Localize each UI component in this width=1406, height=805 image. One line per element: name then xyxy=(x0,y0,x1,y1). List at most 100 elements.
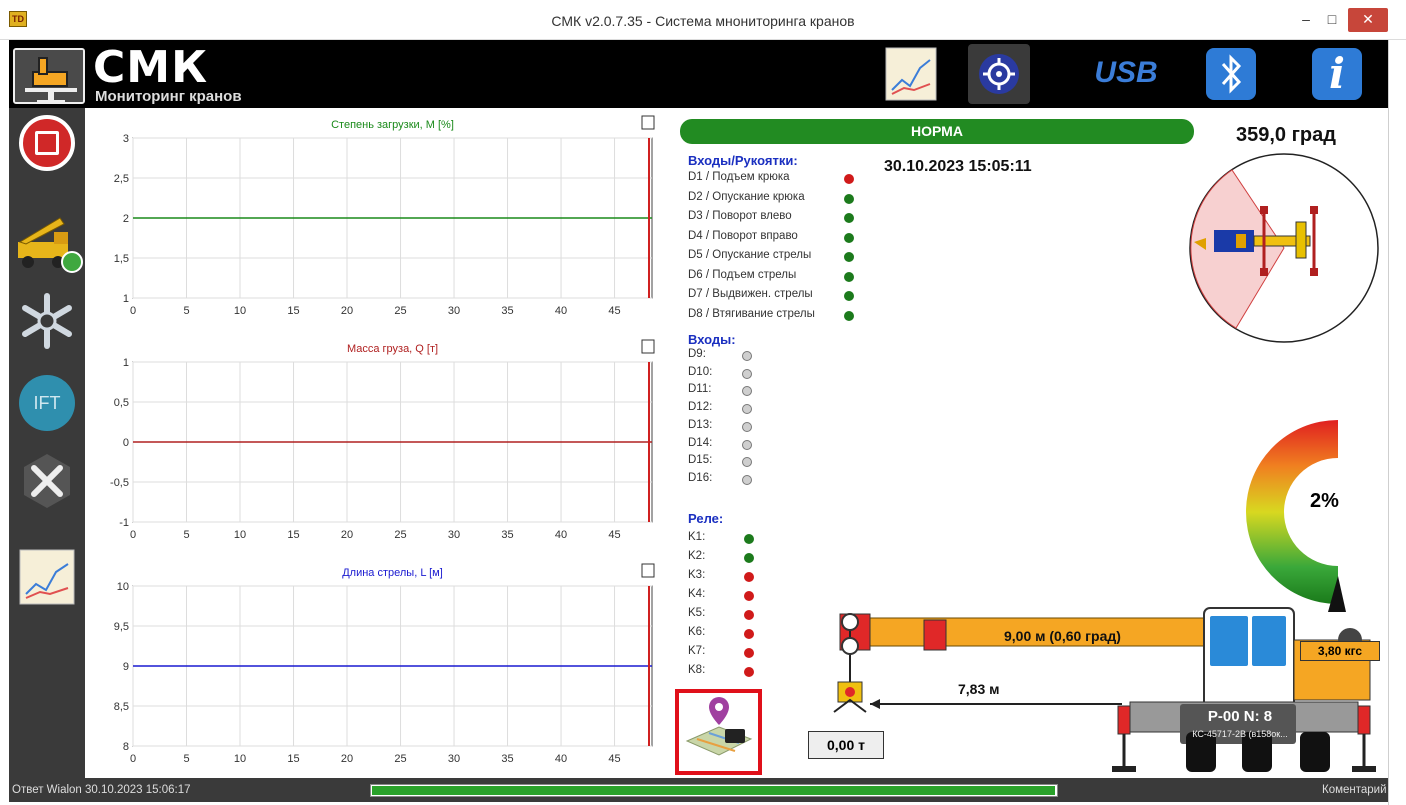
io-panel: Входы/Рукоятки: D1 / Подъем крюка D2 / Оп… xyxy=(676,108,1196,677)
relays-indicator xyxy=(744,667,754,677)
force-label: 3,80 кгс xyxy=(1300,641,1380,661)
inputs-indicator xyxy=(742,351,752,361)
inputs_handles-label: D6 / Подъем стрелы xyxy=(688,268,797,281)
x-tick-label: 20 xyxy=(341,529,353,541)
x-tick-label: 40 xyxy=(555,753,567,765)
y-tick-label: 1 xyxy=(123,357,129,369)
x-tick-label: 15 xyxy=(287,753,299,765)
bluetooth-header-button[interactable] xyxy=(1206,48,1256,100)
inputs-title: Входы: xyxy=(688,332,736,347)
y-tick-label: 0 xyxy=(123,437,129,449)
x-tick-label: 45 xyxy=(608,529,620,541)
inputs-indicator xyxy=(742,404,752,415)
stop-button[interactable] xyxy=(16,112,78,174)
x-tick-label: 35 xyxy=(501,753,513,765)
inputs-label: D14: xyxy=(688,436,713,449)
chart-icon xyxy=(885,47,937,101)
inputs-label: D16: xyxy=(688,471,713,484)
load-percent: 2% xyxy=(1310,490,1339,512)
inputs-indicator xyxy=(742,386,752,397)
charts-svg: Степень загрузки, M [%]0 5 10 15 20 25 30 35 40 4… xyxy=(110,115,655,765)
usb-header-button[interactable]: USB xyxy=(1088,44,1164,104)
y-tick-label: -1 xyxy=(119,517,129,529)
relays-label: K2: xyxy=(688,550,706,562)
x-tick-label: 10 xyxy=(234,305,246,317)
inputs_handles-indicator xyxy=(844,252,854,262)
y-tick-label: 0,5 xyxy=(114,397,129,409)
relays-label: K3: xyxy=(688,569,706,581)
crane-status-button[interactable] xyxy=(14,212,84,274)
x-tick-label: 20 xyxy=(341,305,353,317)
x-tick-label: 15 xyxy=(287,529,299,541)
inputs_handles-indicator xyxy=(844,174,854,184)
inputs-indicator xyxy=(742,474,752,485)
inputs_handles-indicator xyxy=(844,271,854,282)
inputs-indicator xyxy=(742,457,752,468)
map-icon xyxy=(685,697,753,756)
slew-diagram xyxy=(1189,153,1379,343)
y-tick-label: 8,5 xyxy=(114,701,129,713)
climate-button[interactable] xyxy=(16,290,78,352)
progress-bar xyxy=(370,784,1058,797)
chart-export-icon[interactable] xyxy=(641,339,655,354)
inputs_handles-indicator xyxy=(844,291,854,301)
inputs-label: D10: xyxy=(688,365,713,378)
close-button[interactable]: ✕ xyxy=(1348,8,1388,32)
target-icon xyxy=(979,54,1019,94)
y-tick-label: 8 xyxy=(123,741,129,753)
logo-subtitle: Мониторинг кранов xyxy=(95,88,242,105)
x-tick-label: 35 xyxy=(501,529,513,541)
relays-label: K7: xyxy=(688,645,706,657)
maximize-button[interactable]: □ xyxy=(1320,8,1344,32)
relays-indicator xyxy=(744,648,754,658)
y-tick-label: 9 xyxy=(123,661,129,673)
stop-icon xyxy=(19,115,75,171)
inputs_handles-label: D4 / Поворот вправо xyxy=(688,229,798,242)
inputs_handles-indicator xyxy=(844,193,854,204)
chart-header-button[interactable] xyxy=(880,44,942,104)
y-tick-label: 1,5 xyxy=(114,253,129,265)
x-tick-label: 30 xyxy=(448,305,460,317)
x-tick-label: 45 xyxy=(608,305,620,317)
x-tick-label: 45 xyxy=(608,753,620,765)
chart-export-icon[interactable] xyxy=(641,115,655,130)
inputs-label: D11: xyxy=(688,383,712,396)
inputs-indicator xyxy=(742,421,752,432)
y-tick-label: 1 xyxy=(123,293,129,305)
boom-length-label: 9,00 м (0,60 град) xyxy=(1004,628,1121,644)
x-tick-label: 40 xyxy=(555,529,567,541)
relays-title: Реле: xyxy=(688,511,724,526)
crane-logo-icon xyxy=(13,48,85,104)
x-tick-label: 30 xyxy=(448,529,460,541)
inputs-label: D12: xyxy=(688,401,713,414)
relays-indicator xyxy=(744,534,754,544)
inputs_handles-label: D5 / Опускание стрелы xyxy=(688,249,812,261)
inputs-label: D13: xyxy=(688,418,713,431)
snowflake-icon xyxy=(22,293,72,349)
inputs-handles-title: Входы/Рукоятки: xyxy=(688,153,798,168)
comment-label[interactable]: Коментарий xyxy=(1322,784,1387,796)
x-tick-label: 10 xyxy=(234,529,246,541)
info-header-button[interactable]: i xyxy=(1312,48,1362,100)
ift-button[interactable]: IFT xyxy=(16,372,78,434)
charts-panel: Степень загрузки, M [%] 0 5 10 15 20 25 30 35 40 4… xyxy=(85,108,670,778)
map-button[interactable] xyxy=(675,689,762,775)
chart-icon xyxy=(19,549,75,605)
y-tick-label: 2 xyxy=(123,213,129,225)
x-tick-label: 35 xyxy=(501,305,513,317)
window-right-edge xyxy=(1388,40,1406,805)
minimize-button[interactable]: – xyxy=(1294,8,1318,32)
graphs-button[interactable] xyxy=(16,546,78,608)
relays-indicator xyxy=(744,629,754,639)
gps-header-button[interactable] xyxy=(968,44,1030,104)
sidebar xyxy=(9,108,85,778)
chart-export-icon[interactable] xyxy=(641,563,655,578)
relays-label: K1: xyxy=(688,531,706,543)
wialon-response: Ответ Wialon 30.10.2023 15:06:17 xyxy=(12,784,191,796)
window-title: СМК v2.0.7.35 - Система мнониторинга кра… xyxy=(551,13,855,29)
relays-label: K4: xyxy=(688,588,706,600)
plate-subtitle: КС-45717-2В (в158ок... xyxy=(1192,729,1288,739)
radius-label: 7,83 м xyxy=(958,681,1000,697)
x-tick-label: 0 xyxy=(130,529,136,541)
settings-button[interactable] xyxy=(16,450,78,512)
